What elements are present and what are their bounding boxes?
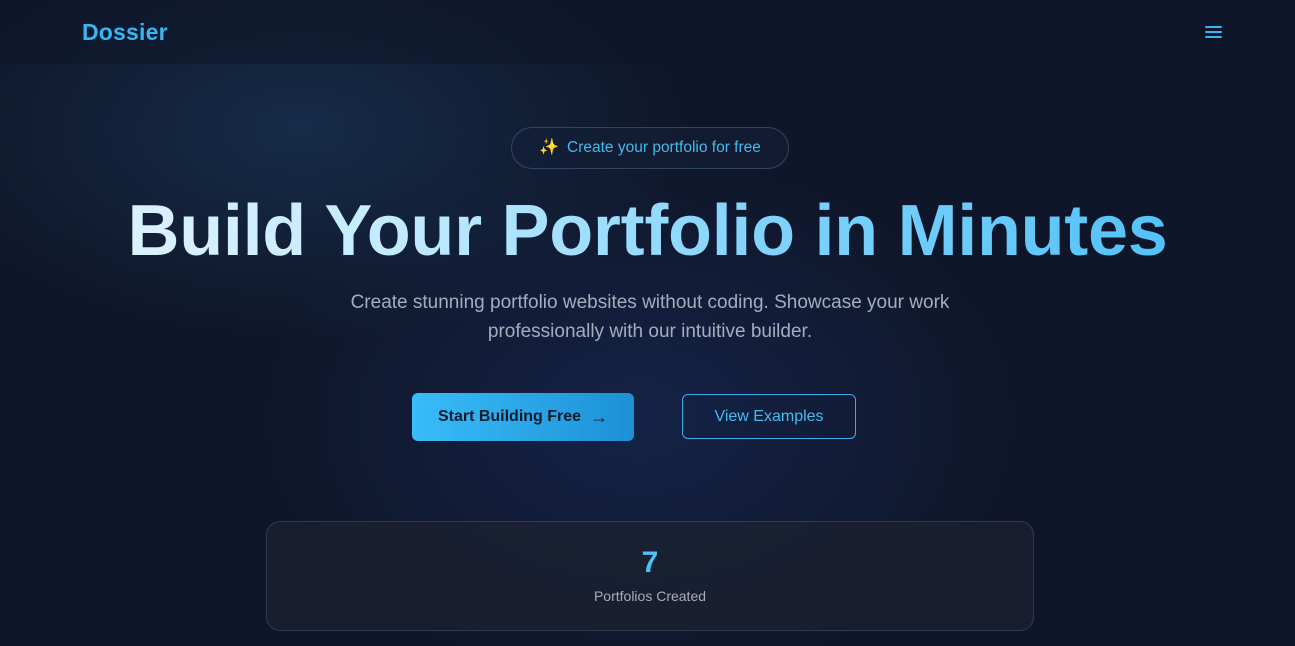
badge-text: Create your portfolio for free [567,139,761,156]
menu-line [1204,36,1222,38]
menu-line [1204,31,1222,33]
view-examples-button[interactable]: View Examples [682,394,856,439]
hero-headline: Build Your Portfolio in Minutes [0,186,1295,276]
hero-subtitle: Create stunning portfolio websites witho… [320,289,980,346]
free-badge: ✨ Create your portfolio for free [511,127,789,169]
landing-page: Dossier ✨ Create your portfolio for free… [0,0,1295,646]
sparkles-icon: ✨ [539,139,560,156]
arrow-right-icon: → [590,407,609,427]
subtitle-line-2: professionally with our intuitive builde… [487,320,813,342]
navbar: Dossier [0,0,1295,64]
logo[interactable]: Dossier [82,19,168,46]
menu-line [1204,26,1222,28]
stats-card: 7 Portfolios Created [266,521,1034,631]
hamburger-menu-icon[interactable] [1201,20,1225,44]
stat-value: 7 [641,546,659,579]
subtitle-line-1: Create stunning portfolio websites witho… [350,292,950,313]
start-building-label: Start Building Free [437,408,582,425]
start-building-button[interactable]: Start Building Free → [412,393,634,441]
stat-label: Portfolios Created [593,588,707,604]
